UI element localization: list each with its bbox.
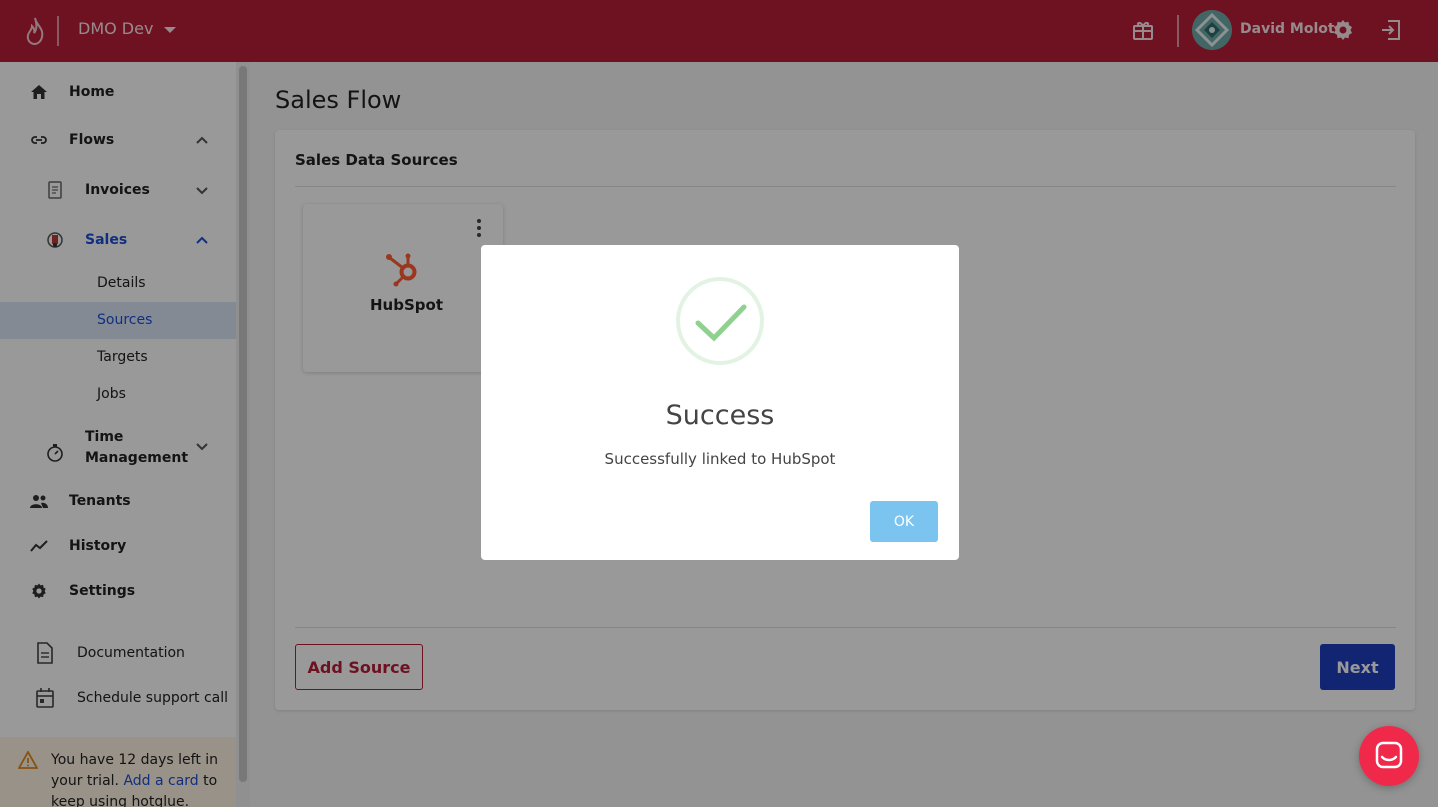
dialog-title: Success	[665, 400, 775, 431]
ok-button[interactable]: OK	[870, 501, 938, 542]
dialog-message: Successfully linked to HubSpot	[604, 450, 836, 468]
chat-icon	[1375, 741, 1403, 769]
chat-launcher-button[interactable]	[1359, 726, 1419, 786]
success-check-icon	[676, 277, 764, 365]
